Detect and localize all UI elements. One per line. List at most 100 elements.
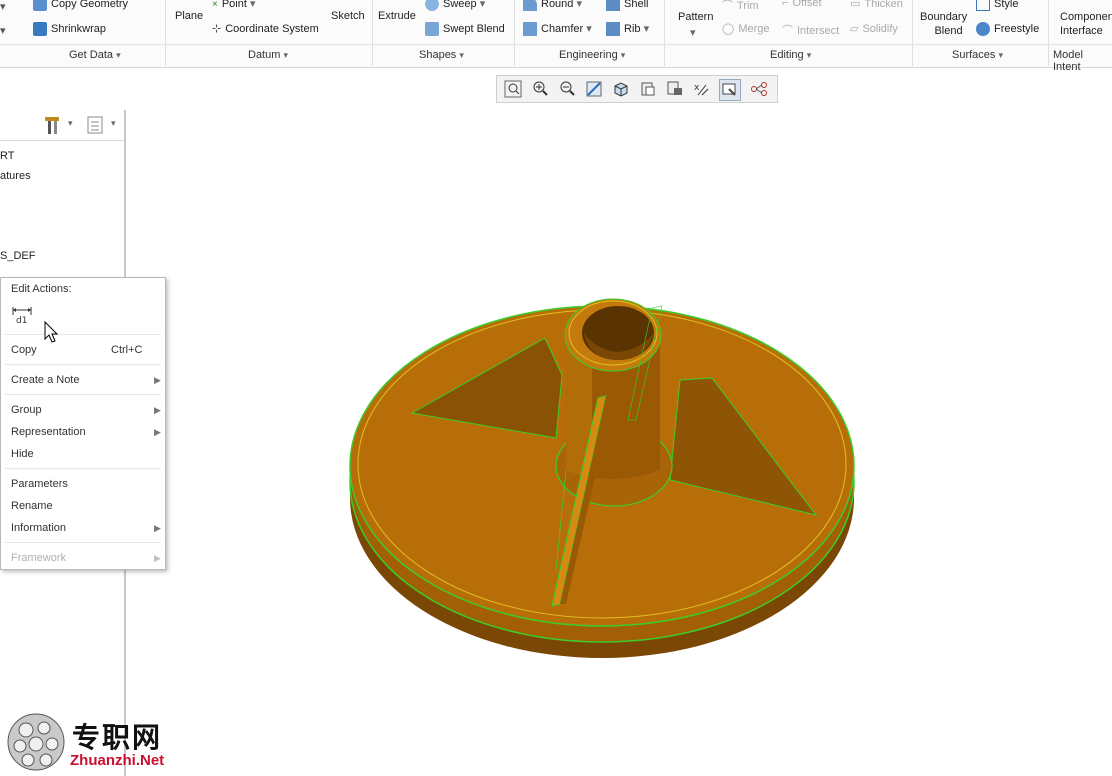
thicken-icon: ▭: [850, 0, 861, 10]
watermark-url: Zhuanzhi.Net: [70, 752, 165, 769]
copy-shortcut: Ctrl+C: [111, 344, 143, 356]
freestyle-button[interactable]: Freestyle: [976, 22, 1039, 36]
ribbon: ▾ Copy Geometry ▾ Shrinkwrap Plane × Poin…: [0, 0, 1112, 73]
extrude-button[interactable]: Extrude: [378, 10, 416, 22]
submenu-arrow-icon: ▶: [154, 375, 161, 385]
display-style-icon[interactable]: [611, 79, 631, 99]
thicken-button[interactable]: ▭ Thicken: [850, 0, 903, 10]
round-icon: [523, 0, 537, 12]
shrinkwrap-button[interactable]: Shrinkwrap: [33, 22, 106, 36]
copy-geometry-button[interactable]: Copy Geometry: [33, 0, 128, 11]
refit-icon[interactable]: [503, 79, 523, 99]
context-menu: Edit Actions: d1 Copy Ctrl+C Create a No…: [0, 277, 166, 570]
tree-item[interactable]: atures: [0, 170, 31, 182]
intersect-button[interactable]: ⌒ Intersect: [782, 22, 839, 38]
group-model-intent[interactable]: Model Intent: [1053, 49, 1112, 73]
intersect-icon: ⌒: [782, 25, 793, 37]
component-interface-button[interactable]: Componen Interface: [1060, 10, 1112, 38]
plane-button[interactable]: Plane: [175, 10, 203, 22]
menu-separator: [5, 468, 161, 469]
menu-item-group[interactable]: Group: [11, 404, 42, 416]
shell-button[interactable]: Shell: [606, 0, 648, 11]
chamfer-button[interactable]: Chamfer ▾: [523, 22, 592, 37]
graphics-toolbar: x: [496, 75, 778, 103]
point-button[interactable]: × Point ▾: [212, 0, 256, 10]
menu-item-information[interactable]: Information: [11, 522, 66, 534]
tree-filter-icon[interactable]: [86, 115, 104, 135]
boundary-blend-button[interactable]: Boundary Blend: [920, 10, 967, 38]
menu-item-hide[interactable]: Hide: [11, 448, 34, 460]
round-button[interactable]: Round ▾: [523, 0, 582, 12]
group-engineering[interactable]: Engineering ▾: [559, 49, 625, 61]
group-datum[interactable]: Datum ▾: [248, 49, 288, 61]
mouse-cursor-icon: [44, 321, 59, 343]
merge-icon: ◯: [722, 23, 735, 35]
watermark-cn-text: 专职网: [72, 721, 163, 754]
tree-settings-icon[interactable]: [42, 114, 62, 136]
menu-item-copy[interactable]: Copy: [11, 344, 37, 356]
group-get-data[interactable]: Get Data ▾: [69, 49, 121, 61]
zoom-out-icon[interactable]: [557, 79, 577, 99]
dropdown-arrow-icon[interactable]: ▾: [0, 24, 6, 37]
chamfer-icon: [523, 22, 537, 37]
menu-item-create-note[interactable]: Create a Note: [11, 374, 79, 386]
copy-geometry-icon: [33, 0, 47, 11]
offset-button[interactable]: ⌐ Offset: [782, 0, 822, 9]
watermark-logo-icon: [7, 713, 65, 771]
datum-display-icon[interactable]: x: [692, 79, 712, 99]
submenu-arrow-icon: ▶: [154, 427, 161, 437]
coordinate-system-button[interactable]: ⊹ Coordinate System: [212, 22, 319, 35]
menu-item-parameters[interactable]: Parameters: [11, 478, 68, 490]
sweep-icon: [425, 0, 439, 12]
tree-settings-dropdown-icon[interactable]: ▾: [68, 118, 73, 129]
annotation-display-icon[interactable]: [719, 79, 741, 101]
sweep-button[interactable]: Sweep ▾: [425, 0, 485, 12]
pattern-button[interactable]: Pattern: [678, 11, 713, 23]
point-icon: ×: [212, 0, 218, 10]
edit-actions-header: Edit Actions:: [11, 283, 72, 295]
model-viewport[interactable]: [340, 270, 880, 670]
pattern-dropdown-icon[interactable]: ▾: [690, 26, 696, 39]
menu-separator: [5, 334, 161, 335]
group-surfaces[interactable]: Surfaces ▾: [952, 49, 1003, 61]
style-icon: [976, 0, 990, 11]
svg-text:x: x: [694, 83, 700, 93]
zoom-in-icon[interactable]: [530, 79, 550, 99]
model-tree-toolbar: ▾ ▾: [0, 110, 124, 141]
watermark: 专职网 Zhuanzhi.Net: [6, 712, 186, 774]
rib-icon: [606, 22, 620, 37]
coordinate-system-icon: ⊹: [212, 23, 222, 35]
solidify-icon: ▱: [850, 23, 859, 35]
shrinkwrap-icon: [33, 22, 47, 36]
menu-item-representation[interactable]: Representation: [11, 426, 86, 438]
shell-icon: [606, 0, 620, 11]
sketch-button[interactable]: Sketch: [331, 10, 365, 22]
submenu-arrow-icon: ▶: [154, 405, 161, 415]
menu-item-rename[interactable]: Rename: [11, 500, 53, 512]
menu-separator: [5, 394, 161, 395]
group-editing[interactable]: Editing ▾: [770, 49, 811, 61]
swept-blend-button[interactable]: Swept Blend: [425, 22, 505, 36]
repaint-icon[interactable]: [584, 79, 604, 99]
freestyle-icon: [976, 22, 990, 36]
group-shapes[interactable]: Shapes ▾: [419, 49, 464, 61]
edit-dimensions-icon[interactable]: d1: [11, 304, 35, 326]
spin-center-icon[interactable]: [749, 79, 769, 99]
style-button[interactable]: Style: [976, 0, 1018, 11]
tree-item[interactable]: S_DEF: [0, 250, 35, 262]
tree-filter-dropdown-icon[interactable]: ▾: [111, 118, 116, 129]
trim-button[interactable]: ⌒ Trim: [722, 0, 759, 13]
view-manager-icon[interactable]: [665, 79, 685, 99]
submenu-arrow-icon: ▶: [154, 523, 161, 533]
merge-button[interactable]: ◯ Merge: [722, 22, 770, 35]
menu-separator: [5, 364, 161, 365]
hub-hole: [582, 306, 654, 360]
saved-orientations-icon[interactable]: [638, 79, 658, 99]
solidify-button[interactable]: ▱ Solidify: [850, 22, 898, 35]
offset-icon: ⌐: [782, 0, 789, 9]
rib-button[interactable]: Rib ▾: [606, 22, 649, 37]
tree-item[interactable]: RT: [0, 150, 14, 162]
dropdown-arrow-icon[interactable]: ▾: [0, 0, 6, 13]
menu-item-framework[interactable]: Framework: [11, 552, 66, 564]
submenu-arrow-icon: ▶: [154, 553, 161, 563]
